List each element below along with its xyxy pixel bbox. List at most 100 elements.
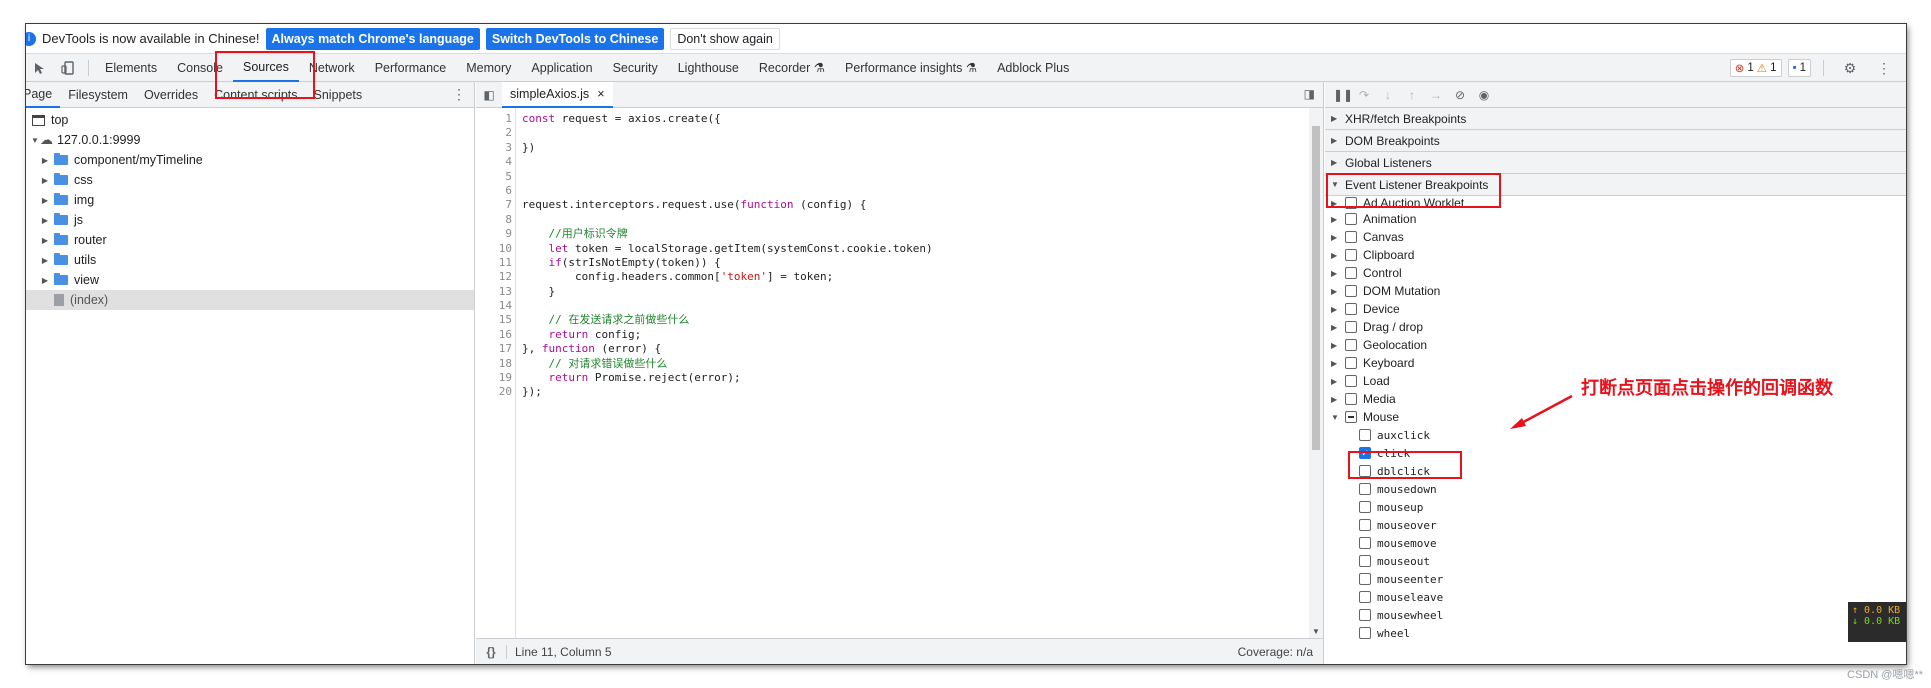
event-row[interactable]: mousewheel (1325, 606, 1906, 624)
collapsed-arrow-icon[interactable]: ▶ (1331, 305, 1339, 314)
tab-adblock-plus[interactable]: Adblock Plus (987, 54, 1079, 82)
tree-folder[interactable]: ▶ router (26, 230, 474, 250)
navigator-more-icon[interactable]: ⋮ (452, 86, 466, 103)
event-checkbox[interactable] (1359, 627, 1371, 639)
category-row[interactable]: ▶ Keyboard (1325, 354, 1906, 372)
dont-show-again-button[interactable]: Don't show again (670, 27, 780, 50)
line-number[interactable]: 6 (476, 184, 512, 198)
tab-elements[interactable]: Elements (95, 54, 167, 82)
pretty-print-button[interactable]: {} (476, 645, 506, 659)
line-number[interactable]: 1 (476, 112, 512, 126)
collapsed-arrow-icon[interactable]: ▶ (40, 176, 50, 185)
tree-folder[interactable]: ▶ component/myTimeline (26, 150, 474, 170)
scroll-down-arrow-icon[interactable]: ▼ (1312, 627, 1320, 636)
event-row[interactable]: mouseup (1325, 498, 1906, 516)
event-checkbox[interactable] (1359, 537, 1371, 549)
category-checkbox[interactable] (1345, 213, 1357, 225)
messages-counter[interactable]: ▪ 1 (1787, 59, 1811, 77)
line-number[interactable]: 12 (476, 270, 512, 284)
line-number[interactable]: 10 (476, 242, 512, 256)
tree-folder[interactable]: ▶ js (26, 210, 474, 230)
event-checkbox[interactable] (1359, 483, 1371, 495)
event-row[interactable]: mouseenter (1325, 570, 1906, 588)
tab-security[interactable]: Security (603, 54, 668, 82)
event-row[interactable]: mouseleave (1325, 588, 1906, 606)
tab-application[interactable]: Application (521, 54, 602, 82)
event-row[interactable]: mouseover (1325, 516, 1906, 534)
collapsed-arrow-icon[interactable]: ▶ (1331, 359, 1339, 368)
line-number[interactable]: 14 (476, 299, 512, 313)
line-number[interactable]: 20 (476, 385, 512, 399)
line-number[interactable]: 9 (476, 227, 512, 241)
tab-lighthouse[interactable]: Lighthouse (668, 54, 749, 82)
line-number[interactable]: 8 (476, 213, 512, 227)
toggle-navigator-icon[interactable]: ◧ (476, 88, 502, 102)
step-into-icon[interactable]: ↓ (1381, 88, 1395, 102)
match-language-button[interactable]: Always match Chrome's language (265, 27, 480, 50)
category-checkbox[interactable] (1345, 375, 1357, 387)
event-checkbox[interactable] (1359, 555, 1371, 567)
inspect-element-icon[interactable] (26, 54, 54, 82)
expanded-arrow-icon[interactable]: ▼ (1331, 413, 1339, 422)
category-checkbox[interactable] (1345, 321, 1357, 333)
pause-on-exceptions-icon[interactable]: ◉ (1477, 88, 1491, 102)
nav-tab-snippets[interactable]: Snippets (306, 82, 371, 108)
event-checkbox[interactable] (1359, 609, 1371, 621)
line-number[interactable]: 5 (476, 170, 512, 184)
toggle-debugger-icon[interactable]: ◨ (1304, 87, 1315, 101)
expanded-arrow-icon[interactable]: ▼ (30, 136, 40, 145)
event-checkbox[interactable] (1359, 591, 1371, 603)
collapsed-arrow-icon[interactable]: ▶ (40, 236, 50, 245)
line-number[interactable]: 11 (476, 256, 512, 270)
collapsed-arrow-icon[interactable]: ▶ (1331, 377, 1339, 386)
tree-folder[interactable]: ▶ css (26, 170, 474, 190)
step-out-icon[interactable]: ↑ (1405, 88, 1419, 102)
category-row[interactable]: ▶ Geolocation (1325, 336, 1906, 354)
line-number[interactable]: 2 (476, 126, 512, 140)
collapsed-arrow-icon[interactable]: ▶ (1331, 287, 1339, 296)
collapsed-arrow-icon[interactable]: ▶ (40, 276, 50, 285)
tab-memory[interactable]: Memory (456, 54, 521, 82)
tree-folder[interactable]: ▶ view (26, 270, 474, 290)
pane-global-listeners[interactable]: ▶ Global Listeners (1325, 152, 1906, 174)
settings-gear-icon[interactable]: ⚙ (1836, 54, 1864, 82)
nav-tab-overrides[interactable]: Overrides (136, 82, 206, 108)
nav-tab-filesystem[interactable]: Filesystem (60, 82, 136, 108)
collapsed-arrow-icon[interactable]: ▶ (40, 256, 50, 265)
category-checkbox[interactable] (1345, 231, 1357, 243)
event-row[interactable]: wheel (1325, 624, 1906, 642)
more-options-icon[interactable]: ⋮ (1870, 54, 1898, 82)
collapsed-arrow-icon[interactable]: ▶ (1331, 269, 1339, 278)
line-number[interactable]: 7 (476, 198, 512, 212)
tab-recorder[interactable]: Recorder ⚗ (749, 54, 835, 82)
line-number[interactable]: 19 (476, 371, 512, 385)
category-checkbox-mixed[interactable] (1345, 411, 1357, 423)
pane-xhr-breakpoints[interactable]: ▶ XHR/fetch Breakpoints (1325, 108, 1906, 130)
collapsed-arrow-icon[interactable]: ▶ (1331, 341, 1339, 350)
collapsed-arrow-icon[interactable]: ▶ (1331, 233, 1339, 242)
line-number[interactable]: 3 (476, 141, 512, 155)
tree-file-selected[interactable]: (index) (26, 290, 474, 310)
collapsed-arrow-icon[interactable]: ▶ (40, 156, 50, 165)
tree-folder[interactable]: ▶ img (26, 190, 474, 210)
pause-icon[interactable]: ❚❚ (1333, 88, 1353, 102)
category-row[interactable]: ▶ DOM Mutation (1325, 282, 1906, 300)
event-row[interactable]: mouseout (1325, 552, 1906, 570)
close-icon[interactable]: × (597, 87, 604, 101)
category-checkbox[interactable] (1345, 393, 1357, 405)
category-row[interactable]: ▶ Control (1325, 264, 1906, 282)
line-number[interactable]: 16 (476, 328, 512, 342)
nav-tab-page[interactable]: Page (26, 82, 61, 108)
tab-performance-insights[interactable]: Performance insights ⚗ (835, 54, 987, 82)
tree-folder[interactable]: ▶ utils (26, 250, 474, 270)
category-row[interactable]: ▶ Device (1325, 300, 1906, 318)
category-checkbox[interactable] (1345, 339, 1357, 351)
collapsed-arrow-icon[interactable]: ▶ (40, 196, 50, 205)
collapsed-arrow-icon[interactable]: ▶ (1331, 215, 1339, 224)
event-checkbox[interactable] (1359, 573, 1371, 585)
event-row[interactable]: mousemove (1325, 534, 1906, 552)
category-row-mouse[interactable]: ▼ Mouse (1325, 408, 1906, 426)
collapsed-arrow-icon[interactable]: ▶ (40, 216, 50, 225)
category-checkbox[interactable] (1345, 267, 1357, 279)
collapsed-arrow-icon[interactable]: ▶ (1331, 395, 1339, 404)
